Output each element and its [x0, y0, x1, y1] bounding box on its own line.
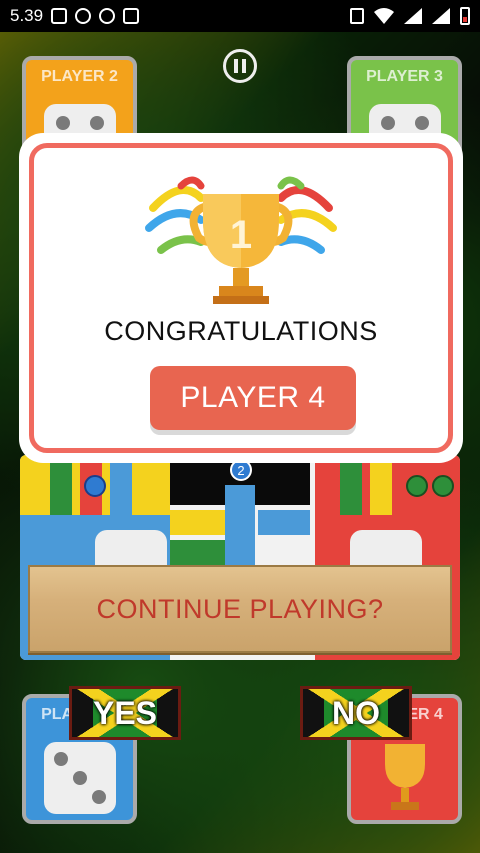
yes-button-label: YES: [92, 694, 158, 731]
battery-icon: [460, 7, 470, 25]
pause-button[interactable]: [223, 49, 257, 83]
blue-token[interactable]: [84, 475, 106, 497]
trophy-icon: 1: [145, 176, 337, 304]
status-time: 5.39: [10, 6, 44, 25]
continue-playing-text: CONTINUE PLAYING?: [96, 593, 384, 624]
board-marker-number: 2: [237, 462, 245, 478]
yes-button[interactable]: YES: [69, 686, 181, 740]
dice-three-icon[interactable]: [43, 742, 116, 814]
continue-playing-banner: CONTINUE PLAYING?: [28, 565, 452, 653]
no-button[interactable]: NO: [300, 686, 412, 740]
player-2-label: PLAYER 2: [41, 68, 118, 85]
signal-2-icon: [432, 8, 450, 24]
status-bar: 5.39: [0, 0, 480, 32]
signal-icon: [404, 8, 422, 24]
player-3-label: PLAYER 3: [366, 68, 443, 85]
green-token[interactable]: [432, 475, 454, 497]
pause-icon-bar: [234, 59, 238, 73]
no-button-label: NO: [332, 694, 380, 731]
wifi-icon: [374, 8, 394, 24]
pause-icon-bar: [242, 59, 246, 73]
trophy-icon: [385, 744, 425, 810]
winner-button[interactable]: PLAYER 4: [150, 366, 356, 430]
winner-dialog-frame: 1 CONGRATULATIONS PLAYER 4: [29, 143, 453, 453]
winner-label: PLAYER 4: [180, 381, 326, 414]
green-token[interactable]: [406, 475, 428, 497]
trophy-number: 1: [230, 213, 252, 257]
winner-dialog: 1 CONGRATULATIONS PLAYER 4: [19, 133, 463, 463]
congratulations-heading: CONGRATULATIONS: [104, 316, 378, 346]
download-notification-icon: [123, 8, 140, 24]
chrome-notification-icon: [75, 8, 92, 24]
image-notification-icon: [51, 8, 68, 24]
vibrate-icon: [350, 8, 364, 24]
sync-notification-icon: [99, 8, 116, 24]
